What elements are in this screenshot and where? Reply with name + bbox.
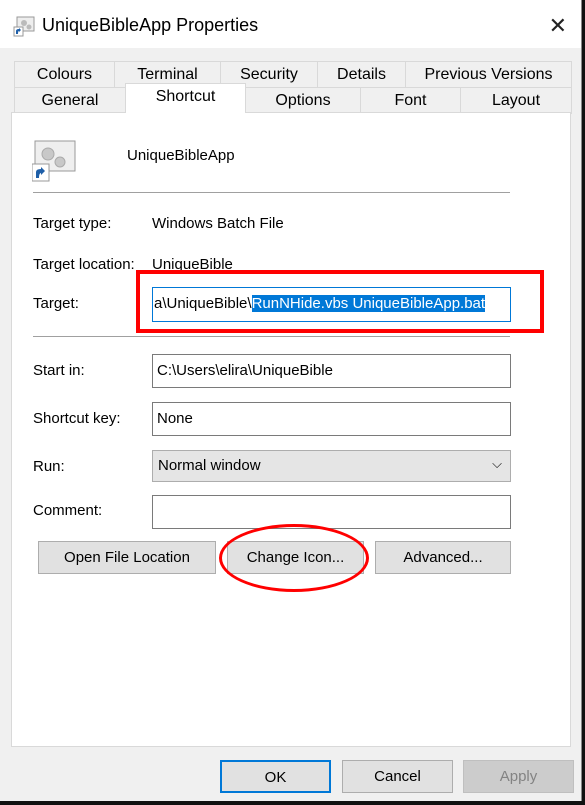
open-file-location-button[interactable]: Open File Location (38, 541, 216, 574)
start-in-input[interactable]: C:\Users\elira\UniqueBible (152, 354, 511, 388)
shortcut-name: UniqueBibleApp (127, 147, 235, 164)
shortcut-app-icon (32, 140, 76, 182)
run-value: Normal window (158, 457, 261, 474)
tab-font[interactable]: Font (360, 87, 461, 114)
window-title: UniqueBibleApp Properties (42, 15, 259, 35)
tab-layout[interactable]: Layout (460, 87, 572, 114)
divider (33, 192, 510, 193)
divider (33, 336, 510, 337)
ok-button[interactable]: OK (220, 760, 331, 793)
target-type-value: Windows Batch File (152, 215, 284, 232)
red-annotation-box (136, 270, 544, 333)
comment-input[interactable] (152, 495, 511, 529)
advanced-button[interactable]: Advanced... (375, 541, 511, 574)
target-type-label: Target type: (33, 215, 112, 232)
properties-dialog: UniqueBibleApp Properties ✕ Colours Term… (0, 0, 582, 801)
tab-details[interactable]: Details (317, 61, 406, 88)
chevron-down-icon: ⌵ (492, 456, 502, 471)
start-in-label: Start in: (33, 362, 85, 379)
shortcut-key-label: Shortcut key: (33, 410, 121, 427)
shortcut-key-input[interactable]: None (152, 402, 511, 436)
tab-colours[interactable]: Colours (14, 61, 115, 88)
shortcut-app-icon (13, 16, 35, 37)
run-select[interactable]: Normal window ⌵ (152, 450, 511, 482)
tab-options[interactable]: Options (245, 87, 361, 114)
run-label: Run: (33, 458, 65, 475)
tab-previous-versions[interactable]: Previous Versions (405, 61, 572, 88)
red-annotation-ellipse (219, 524, 369, 592)
tab-shortcut[interactable]: Shortcut (125, 83, 246, 113)
comment-label: Comment: (33, 502, 103, 519)
close-icon[interactable]: ✕ (549, 13, 567, 39)
title-bar: UniqueBibleApp Properties ✕ (0, 0, 581, 48)
target-location-label: Target location: (33, 256, 135, 273)
cancel-button[interactable]: Cancel (342, 760, 453, 793)
apply-button[interactable]: Apply (463, 760, 574, 793)
tab-general[interactable]: General (14, 87, 126, 114)
target-label: Target: (33, 295, 79, 312)
